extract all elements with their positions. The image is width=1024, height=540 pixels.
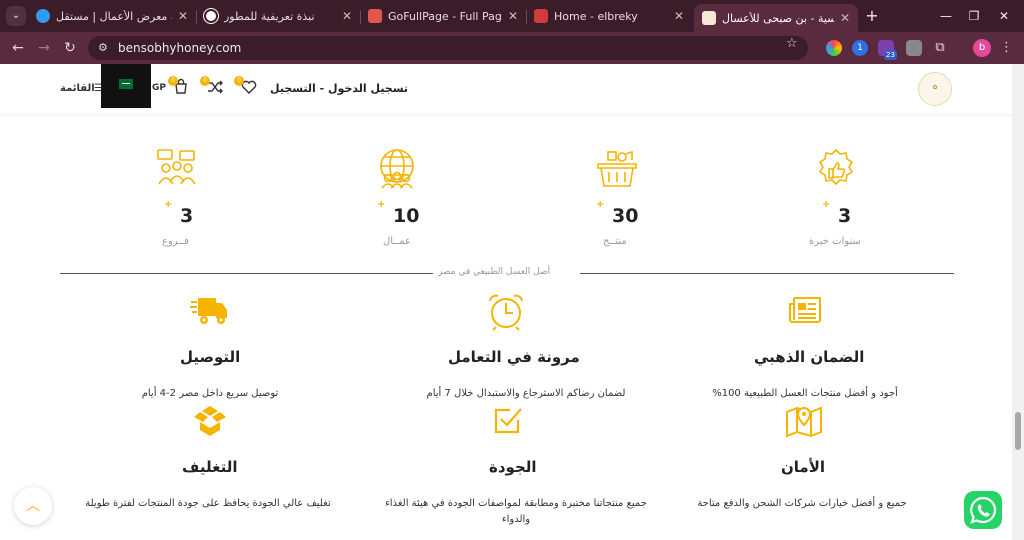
saudi-flag-icon	[119, 79, 133, 89]
puzzle-extensions-icon[interactable]: ⧉	[932, 40, 948, 56]
feature-text-quality: جميع منتجاتنا مختبرة ومطابقة لمواصفات ال…	[385, 498, 647, 525]
url-text: bensobhyhoney.com	[118, 41, 242, 55]
page-scrollbar[interactable]	[1012, 64, 1024, 540]
logo-mark-icon: ✿	[932, 84, 938, 91]
browser-tab-mostaql[interactable]: إضافة معرض الأعمال | مستقل ✕	[28, 4, 196, 28]
chevron-up-icon: ︿	[26, 498, 40, 514]
feature-text-warranty: أجود و أفضل منتجات العسل الطبيعية 100%	[712, 388, 898, 399]
stat-value-workers: 10	[393, 205, 420, 227]
browser-tab-elbreky[interactable]: Home - elbreky ✕	[526, 4, 692, 28]
site-info-icon[interactable]: ⚙	[98, 41, 112, 55]
feature-title-packaging: التغليف	[182, 458, 238, 476]
site-header: القائمة ☰ GP 0 0 0 تسجيل الدخول - التسجي…	[0, 64, 1012, 114]
browser-tab-gofullpage[interactable]: GoFullPage - Full Page Scree ✕	[360, 4, 526, 28]
stat-label-workers: عمــال	[383, 236, 411, 247]
elbreky-favicon-icon	[534, 9, 548, 23]
feature-text-flexibility: لضمان رضاكم الاسترجاع والاستبدال خلال 7 …	[426, 388, 626, 399]
color-extension-icon[interactable]	[826, 40, 842, 56]
feature-title-warranty: الضمان الذهبي	[754, 348, 865, 366]
browser-menu-icon[interactable]: ⋮	[1000, 39, 1013, 57]
stat-label-years: سنوات خبرة	[809, 236, 861, 247]
like-badge-icon	[818, 148, 854, 186]
map-pin-icon	[786, 406, 822, 438]
mostaql-favicon-icon	[36, 9, 50, 23]
stat-value-years: 3	[838, 205, 852, 227]
feature-text-delivery: توصيل سريع داخل مصر 2-4 أيام	[141, 388, 279, 399]
section-divider-left	[60, 273, 433, 274]
gofullpage-favicon-icon	[368, 9, 382, 23]
stat-plus-sign: +	[164, 199, 173, 210]
back-button[interactable]: ←	[8, 38, 28, 58]
github-favicon-icon	[204, 9, 218, 23]
compare-count-badge: 0	[200, 76, 210, 86]
currency-label[interactable]: GP	[152, 83, 166, 93]
scrollbar-thumb[interactable]	[1015, 412, 1021, 450]
bensobhy-favicon-icon	[702, 11, 716, 25]
language-dropdown[interactable]	[101, 64, 151, 108]
tab-search-button[interactable]: ⌄	[6, 6, 26, 26]
check-square-icon	[494, 408, 522, 434]
close-tab-icon[interactable]: ✕	[178, 9, 188, 23]
forward-button[interactable]: →	[34, 38, 54, 58]
people-chat-icon	[157, 149, 196, 185]
newspaper-icon	[789, 297, 821, 323]
feature-title-quality: الجودة	[489, 458, 537, 476]
login-register-link[interactable]: تسجيل الدخول - التسجيل	[270, 82, 408, 95]
feature-title-delivery: التوصيل	[180, 348, 241, 366]
info-extension-icon[interactable]: 1	[852, 40, 868, 56]
stat-label-products: منتــج	[603, 236, 627, 247]
section-divider-text: أصل العسل الطبيعي في مصر	[438, 267, 551, 277]
feature-text-security: جميع و أفضل خيارات شركات الشحن والدفع مت…	[697, 498, 907, 509]
close-tab-icon[interactable]: ✕	[674, 9, 684, 23]
new-tab-button[interactable]: +	[862, 6, 882, 26]
cart-count-badge: 0	[168, 76, 178, 86]
close-tab-icon[interactable]: ✕	[342, 9, 352, 23]
window-close-button[interactable]: ✕	[994, 6, 1014, 26]
browser-tab-bensobhy[interactable]: الرئيسية - بن صبحى للأعسال ✕	[694, 4, 858, 32]
bookmark-star-icon[interactable]: ☆	[786, 36, 798, 52]
wishlist-count-badge: 0	[234, 76, 244, 86]
reload-button[interactable]: ↻	[60, 38, 80, 58]
close-tab-icon[interactable]: ✕	[840, 11, 850, 25]
stat-label-branches: فــروع	[162, 236, 189, 247]
stat-plus-sign: +	[596, 199, 605, 210]
box-icon	[194, 406, 226, 436]
address-bar[interactable]: ⚙ bensobhyhoney.com	[88, 36, 808, 60]
browser-tab-developer[interactable]: نبذة تعريفية للمطور ✕	[196, 4, 360, 28]
profile-avatar[interactable]: b	[973, 39, 991, 57]
browser-toolbar: ← → ↻ ⚙ bensobhyhoney.com ☆ 1 23 ⧉ b ⋮	[0, 32, 1024, 64]
truck-icon	[190, 298, 227, 324]
stat-plus-sign: +	[377, 199, 386, 210]
globe-team-icon	[380, 149, 414, 189]
stat-value-branches: 3	[180, 205, 194, 227]
whatsapp-button[interactable]	[964, 491, 1002, 529]
screenshot-extension-icon[interactable]	[906, 40, 922, 56]
restore-button[interactable]: ❐	[964, 6, 984, 26]
feature-text-packaging: تغليف عالي الجودة يحافظ على جودة المنتجا…	[85, 498, 331, 509]
feature-title-security: الأمان	[781, 458, 826, 476]
section-divider-right	[580, 273, 954, 274]
stat-value-products: 30	[612, 205, 639, 227]
stat-plus-sign: +	[822, 199, 831, 210]
extension-badge: 23	[884, 50, 897, 60]
site-logo[interactable]: ✿	[918, 72, 952, 106]
minimize-button[interactable]: —	[936, 6, 956, 26]
scroll-to-top-button[interactable]: ︿	[14, 487, 52, 525]
whatsapp-icon	[970, 496, 997, 524]
feature-title-flexibility: مرونة في التعامل	[448, 348, 580, 366]
clock-icon	[489, 294, 523, 331]
close-tab-icon[interactable]: ✕	[508, 9, 518, 23]
basket-icon	[597, 150, 637, 187]
browser-tab-bar: ⌄ إضافة معرض الأعمال | مستقل ✕ نبذة تعري…	[0, 0, 1024, 32]
menu-label[interactable]: القائمة	[60, 83, 95, 94]
